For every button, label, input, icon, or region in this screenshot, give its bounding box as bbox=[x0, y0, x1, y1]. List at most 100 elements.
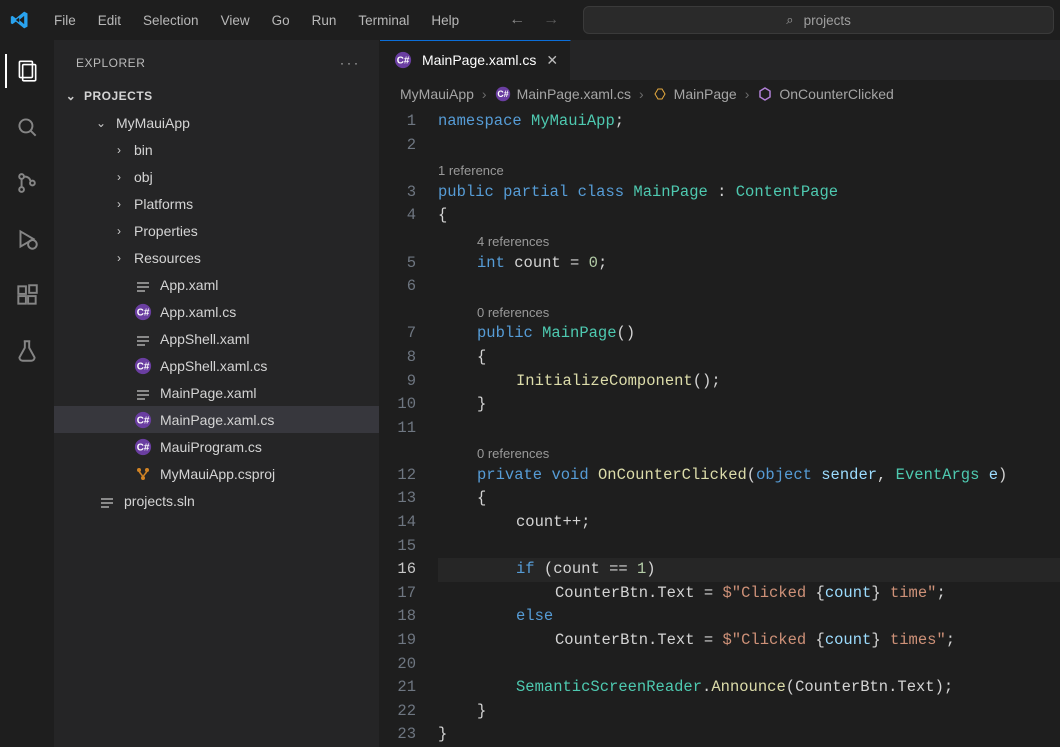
svg-text:C#: C# bbox=[137, 415, 150, 426]
csharp-icon: C# bbox=[495, 86, 511, 102]
xaml-icon bbox=[134, 330, 152, 348]
tree-item[interactable]: ›Platforms bbox=[54, 190, 379, 217]
activity-explorer-icon[interactable] bbox=[5, 54, 47, 88]
tree-item-label: Properties bbox=[134, 223, 198, 239]
activity-testing-icon[interactable] bbox=[6, 334, 48, 368]
search-placeholder: projects bbox=[804, 13, 851, 28]
activity-search-icon[interactable] bbox=[6, 110, 48, 144]
activity-debug-icon[interactable] bbox=[6, 222, 48, 256]
activity-extensions-icon[interactable] bbox=[6, 278, 48, 312]
csharp-icon: C# bbox=[394, 51, 412, 69]
code-editor[interactable]: 1234567891011121314151617181920212223 na… bbox=[380, 108, 1060, 747]
tree-item[interactable]: App.xaml bbox=[54, 271, 379, 298]
codelens[interactable]: 0 references bbox=[438, 440, 1060, 464]
menu-run[interactable]: Run bbox=[302, 9, 347, 32]
chevron-right-icon: › bbox=[637, 86, 646, 102]
close-tab-icon[interactable]: ✕ bbox=[546, 52, 558, 69]
breadcrumb-project[interactable]: MyMauiApp bbox=[400, 86, 474, 102]
tree-item-label: MauiProgram.cs bbox=[160, 439, 262, 455]
code-area[interactable]: namespace MyMauiApp;1 referencepublic pa… bbox=[438, 108, 1060, 747]
tree-item-label: MyMauiApp bbox=[116, 115, 190, 131]
breadcrumb: MyMauiApp › C# MainPage.xaml.cs › MainPa… bbox=[380, 80, 1060, 108]
menu-terminal[interactable]: Terminal bbox=[348, 9, 419, 32]
activitybar bbox=[0, 40, 54, 747]
tree-item[interactable]: C# AppShell.xaml.cs bbox=[54, 352, 379, 379]
line-number-gutter: 1234567891011121314151617181920212223 bbox=[380, 108, 438, 747]
breadcrumb-method[interactable]: OnCounterClicked bbox=[757, 86, 893, 102]
tree-item[interactable]: C# MainPage.xaml.cs bbox=[54, 406, 379, 433]
tree-item-label: MainPage.xaml bbox=[160, 385, 257, 401]
codelens[interactable]: 4 references bbox=[438, 228, 1060, 252]
breadcrumb-file[interactable]: C# MainPage.xaml.cs bbox=[495, 86, 631, 102]
explorer-section-header[interactable]: ⌄ PROJECTS bbox=[54, 85, 379, 107]
tree-item-label: App.xaml bbox=[160, 277, 218, 293]
explorer-more-icon[interactable]: ··· bbox=[340, 56, 361, 70]
svg-text:C#: C# bbox=[137, 442, 150, 453]
tree-item-label: obj bbox=[134, 169, 153, 185]
chevron-icon: › bbox=[112, 143, 126, 157]
tree-item[interactable]: projects.sln bbox=[54, 487, 379, 514]
codelens[interactable]: 1 reference bbox=[438, 157, 1060, 181]
chevron-down-icon: ⌄ bbox=[64, 89, 78, 103]
tree-item[interactable]: › bin bbox=[54, 136, 379, 163]
svg-text:C#: C# bbox=[497, 89, 508, 99]
svg-text:C#: C# bbox=[397, 56, 410, 67]
method-symbol-icon bbox=[757, 86, 773, 102]
menu-file[interactable]: File bbox=[44, 9, 86, 32]
svg-text:C#: C# bbox=[137, 361, 150, 372]
menu-help[interactable]: Help bbox=[421, 9, 469, 32]
chevron-right-icon: › bbox=[743, 86, 752, 102]
tree-item-label: MainPage.xaml.cs bbox=[160, 412, 274, 428]
nav-history: ← → bbox=[509, 11, 559, 29]
tree-item-label: MyMauiApp.csproj bbox=[160, 466, 275, 482]
activity-scm-icon[interactable] bbox=[6, 166, 48, 200]
cs-icon: C# bbox=[134, 438, 152, 456]
menu-edit[interactable]: Edit bbox=[88, 9, 131, 32]
vscode-logo-icon bbox=[6, 10, 34, 30]
menu-selection[interactable]: Selection bbox=[133, 9, 209, 32]
chevron-icon: › bbox=[112, 224, 126, 238]
tree-item[interactable]: AppShell.xaml bbox=[54, 325, 379, 352]
command-center-search[interactable]: ⌕ projects bbox=[583, 6, 1054, 34]
tree-item-label: Resources bbox=[134, 250, 201, 266]
svg-text:C#: C# bbox=[137, 307, 150, 318]
chevron-icon: › bbox=[112, 251, 126, 265]
tree-item-label: projects.sln bbox=[124, 493, 195, 509]
tree-item-label: Platforms bbox=[134, 196, 193, 212]
cs-icon: C# bbox=[134, 357, 152, 375]
tab-filename: MainPage.xaml.cs bbox=[422, 52, 536, 68]
tree-item-label: AppShell.xaml bbox=[160, 331, 250, 347]
cs-icon: C# bbox=[134, 303, 152, 321]
tree-item-label: AppShell.xaml.cs bbox=[160, 358, 267, 374]
nav-forward-icon[interactable]: → bbox=[543, 11, 559, 29]
tree-item[interactable]: › Properties bbox=[54, 217, 379, 244]
tree-item[interactable]: › obj bbox=[54, 163, 379, 190]
explorer-sidebar: EXPLORER ··· ⌄ PROJECTS ⌄ MyMauiApp › bin › o… bbox=[54, 40, 380, 747]
menu-go[interactable]: Go bbox=[262, 9, 300, 32]
editor-tab-mainpage[interactable]: C# MainPage.xaml.cs ✕ bbox=[380, 40, 571, 80]
chevron-right-icon: › bbox=[480, 86, 489, 102]
tree-item-label: bin bbox=[134, 142, 153, 158]
tree-item[interactable]: MyMauiApp.csproj bbox=[54, 460, 379, 487]
chevron-icon: ⌄ bbox=[94, 116, 108, 130]
class-symbol-icon bbox=[652, 86, 668, 102]
editor-tabs: C# MainPage.xaml.cs ✕ bbox=[380, 40, 1060, 80]
tree-item-label: App.xaml.cs bbox=[160, 304, 236, 320]
chevron-icon: › bbox=[112, 170, 126, 184]
menubar: File Edit Selection View Go Run Terminal… bbox=[44, 9, 469, 32]
explorer-title: EXPLORER ··· bbox=[54, 40, 379, 85]
titlebar: File Edit Selection View Go Run Terminal… bbox=[0, 0, 1060, 40]
nav-back-icon[interactable]: ← bbox=[509, 11, 525, 29]
search-icon: ⌕ bbox=[786, 12, 793, 28]
tree-item[interactable]: C# MauiProgram.cs bbox=[54, 433, 379, 460]
tree-item[interactable]: ⌄ MyMauiApp bbox=[54, 109, 379, 136]
xaml-icon bbox=[134, 384, 152, 402]
menu-view[interactable]: View bbox=[211, 9, 260, 32]
tree-item[interactable]: C# App.xaml.cs bbox=[54, 298, 379, 325]
codelens[interactable]: 0 references bbox=[438, 299, 1060, 323]
tree-item[interactable]: › Resources bbox=[54, 244, 379, 271]
breadcrumb-class[interactable]: MainPage bbox=[652, 86, 737, 102]
cs-icon: C# bbox=[134, 411, 152, 429]
tree-item[interactable]: MainPage.xaml bbox=[54, 379, 379, 406]
file-icon bbox=[98, 492, 116, 510]
